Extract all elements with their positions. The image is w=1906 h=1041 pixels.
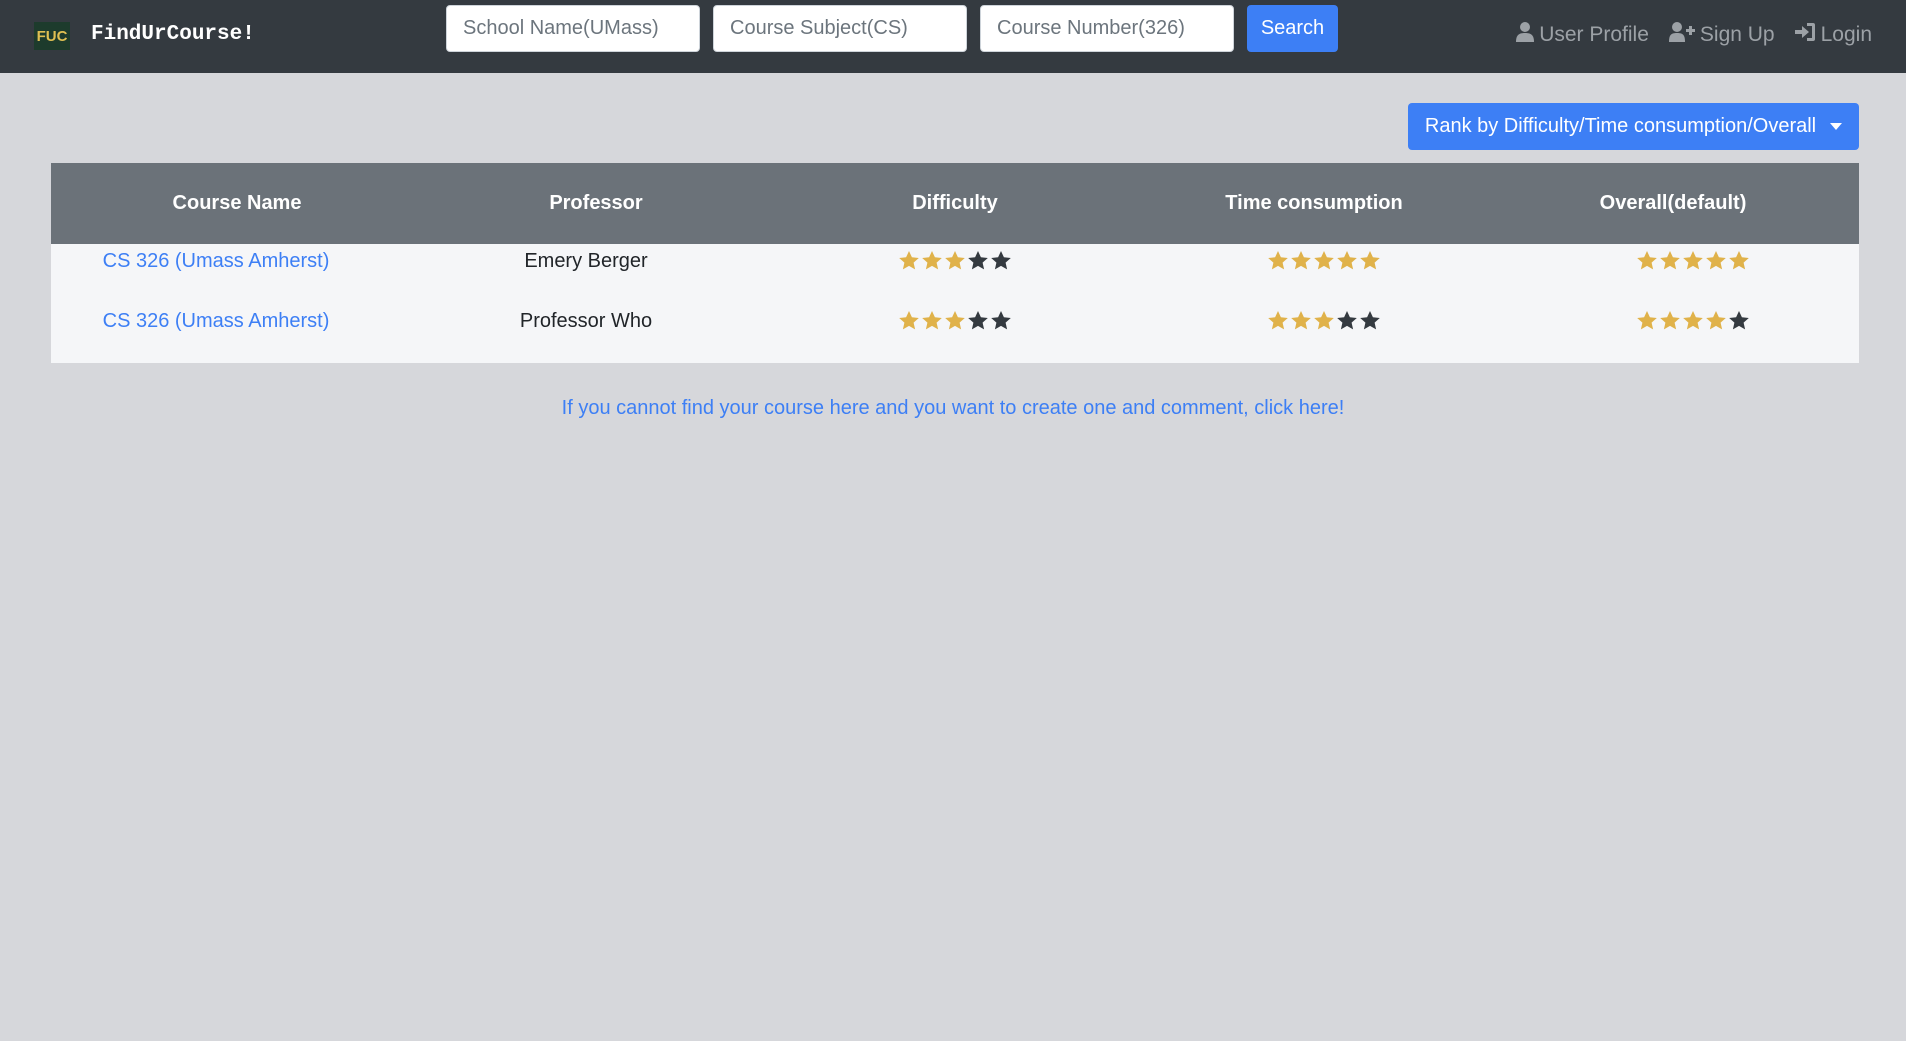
star-empty-icon <box>990 250 1013 310</box>
header-time-consumption[interactable]: Time consumption <box>1225 163 1402 244</box>
star-filled-icon <box>1705 310 1728 370</box>
rank-dropdown-label: Rank by Difficulty/Time consumption/Over… <box>1424 115 1817 137</box>
user-profile-link[interactable]: User Profile <box>1516 22 1649 48</box>
star-filled-icon <box>1267 310 1290 370</box>
rank-dropdown-button[interactable]: Rank by Difficulty/Time consumption/Over… <box>1408 103 1859 150</box>
time-rating <box>1267 250 1382 310</box>
sign-in-icon <box>1794 22 1816 48</box>
nav-links: User Profile Sign Up Login <box>1516 20 1872 50</box>
star-filled-icon <box>898 310 921 370</box>
time-rating <box>1267 310 1382 370</box>
star-empty-icon <box>1728 310 1751 370</box>
star-filled-icon <box>921 310 944 370</box>
star-empty-icon <box>990 310 1013 370</box>
star-filled-icon <box>1728 250 1751 310</box>
table-row: CS 326 (Umass Amherst) Emery Berger <box>51 244 1859 304</box>
course-link[interactable]: CS 326 (Umass Amherst) <box>103 304 330 364</box>
star-filled-icon <box>1313 310 1336 370</box>
star-filled-icon <box>1705 250 1728 310</box>
header-overall[interactable]: Overall(default) <box>1600 163 1747 244</box>
star-filled-icon <box>1659 310 1682 370</box>
brand-logo[interactable]: FUC <box>34 22 70 50</box>
star-filled-icon <box>1682 250 1705 310</box>
star-filled-icon <box>1336 250 1359 310</box>
star-filled-icon <box>944 250 967 310</box>
overall-rating <box>1636 250 1751 310</box>
star-filled-icon <box>1290 250 1313 310</box>
star-filled-icon <box>898 250 921 310</box>
user-icon <box>1516 22 1535 48</box>
star-empty-icon <box>1336 310 1359 370</box>
search-button[interactable]: Search <box>1247 5 1338 52</box>
overall-rating <box>1636 310 1751 370</box>
header-difficulty[interactable]: Difficulty <box>912 163 998 244</box>
table-header: Course Name Professor Difficulty Time co… <box>51 163 1859 244</box>
professor-name: Emery Berger <box>524 250 648 272</box>
star-filled-icon <box>1659 250 1682 310</box>
star-filled-icon <box>1682 310 1705 370</box>
star-filled-icon <box>1636 250 1659 310</box>
star-empty-icon <box>1359 310 1382 370</box>
school-name-input[interactable] <box>446 5 700 52</box>
difficulty-rating <box>898 310 1013 370</box>
login-label: Login <box>1820 23 1872 46</box>
star-filled-icon <box>1359 250 1382 310</box>
difficulty-rating <box>898 250 1013 310</box>
header-course-name[interactable]: Course Name <box>173 163 302 244</box>
star-filled-icon <box>1290 310 1313 370</box>
caret-down-icon <box>1830 123 1843 130</box>
brand-name[interactable]: FindUrCourse! <box>91 20 255 50</box>
course-table: Course Name Professor Difficulty Time co… <box>51 163 1859 363</box>
star-empty-icon <box>967 310 990 370</box>
course-number-input[interactable] <box>980 5 1234 52</box>
star-filled-icon <box>944 310 967 370</box>
create-course-link[interactable]: If you cannot find your course here and … <box>0 397 1906 420</box>
user-plus-icon <box>1668 22 1695 48</box>
star-filled-icon <box>1636 310 1659 370</box>
navbar: FUC FindUrCourse! Search User Profile Si… <box>0 0 1906 73</box>
star-filled-icon <box>1267 250 1290 310</box>
professor-name: Professor Who <box>519 310 653 332</box>
sign-up-label: Sign Up <box>1699 23 1775 46</box>
star-filled-icon <box>921 250 944 310</box>
course-subject-input[interactable] <box>713 5 967 52</box>
table-row: CS 326 (Umass Amherst) Professor Who <box>51 304 1859 364</box>
sign-up-link[interactable]: Sign Up <box>1668 22 1775 48</box>
user-profile-label: User Profile <box>1539 23 1649 46</box>
star-empty-icon <box>967 250 990 310</box>
login-link[interactable]: Login <box>1794 22 1872 48</box>
course-link[interactable]: CS 326 (Umass Amherst) <box>103 244 330 304</box>
star-filled-icon <box>1313 250 1336 310</box>
header-professor[interactable]: Professor <box>549 163 642 244</box>
